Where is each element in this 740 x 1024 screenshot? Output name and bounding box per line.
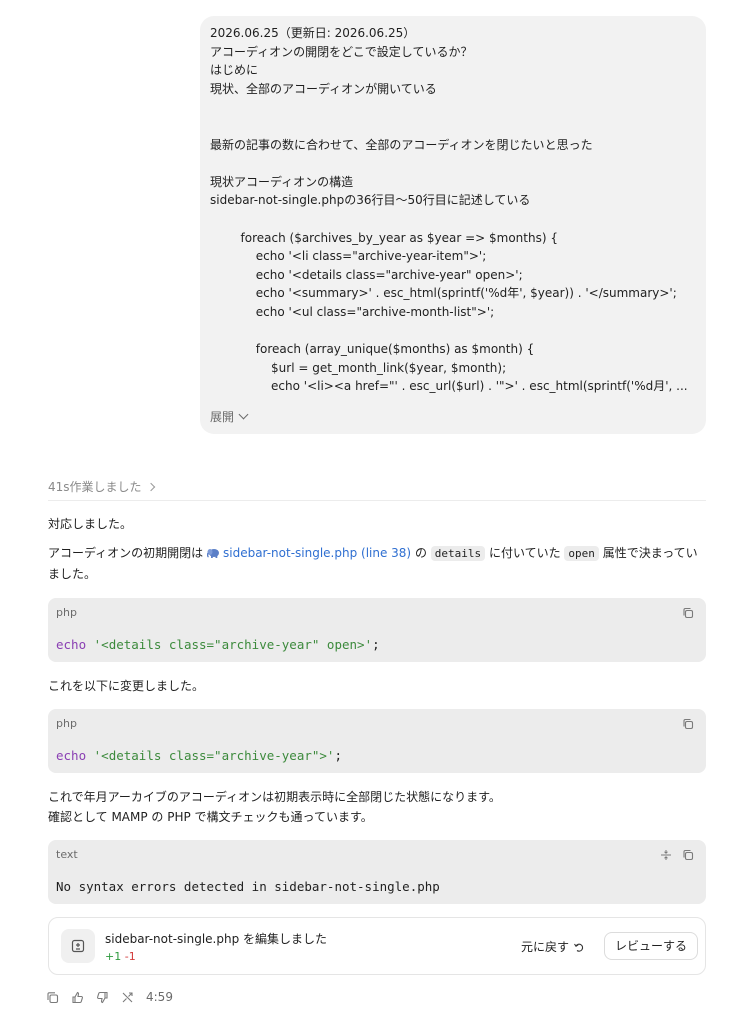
review-button[interactable]: レビューする	[604, 932, 699, 960]
message-line	[210, 98, 696, 117]
copy-icon[interactable]	[682, 607, 694, 619]
code-line: No syntax errors detected in sidebar-not…	[56, 879, 440, 894]
lines-removed: -1	[124, 950, 136, 963]
message-line: echo '<ul class="archive-month-list">';	[210, 304, 495, 319]
reply-paragraph-4-line-1: これで年月アーカイブのアコーディオンは初期表示時に全部閉じた状態になります。	[48, 790, 501, 804]
message-line: 最新の記事の数に合わせて、全部のアコーディオンを閉じたいと思った	[210, 137, 593, 152]
timestamp: 4:59	[146, 990, 173, 1004]
message-line	[210, 322, 696, 341]
collapse-icon[interactable]	[660, 849, 672, 861]
code-line: echo '<details class="archive-year" open…	[56, 637, 380, 652]
reply-paragraph-4-line-2: 確認として MAMP の PHP で構文チェックも通っています。	[48, 810, 373, 824]
code-keyword: echo	[56, 637, 87, 652]
message-line: アコーディオンの開閉をどこで設定しているか？	[210, 44, 473, 59]
copy-icon[interactable]	[682, 849, 694, 861]
p2-text-mid2: に付いていた	[485, 546, 565, 560]
code-block-2: php echo '<details class="archive-year">…	[48, 709, 706, 773]
message-line: foreach (array_unique($months) as $month…	[210, 342, 535, 357]
diff-stats: +1 -1	[105, 950, 136, 963]
code-line: echo '<details class="archive-year">';	[56, 748, 342, 763]
diff-file-icon	[61, 929, 95, 963]
message-line: 2026.06.25（更新日: 2026.06.25）	[210, 26, 416, 40]
work-summary-toggle[interactable]: 41s作業しました	[48, 478, 155, 495]
message-line: echo '<details class="archive-year" open…	[210, 267, 523, 282]
reply-paragraph-4: これで年月アーカイブのアコーディオンは初期表示時に全部閉じた状態になります。 確…	[48, 787, 708, 827]
p2-text-before: アコーディオンの初期開閉は	[48, 546, 207, 560]
message-actions: 4:59	[46, 990, 173, 1004]
edit-title: sidebar-not-single.php を編集しました	[105, 932, 328, 946]
code-language-label: php	[56, 606, 77, 619]
message-line: echo '<li class="archive-year-item">';	[210, 249, 487, 264]
code-keyword: echo	[56, 748, 87, 763]
code-language-label: php	[56, 717, 77, 730]
undo-icon	[574, 943, 584, 952]
message-line: 現状アコーディオンの構造	[210, 174, 354, 189]
file-link[interactable]: sidebar-not-single.php (line 38)	[206, 546, 412, 560]
chevron-right-icon	[146, 482, 155, 491]
code-string: '<details class="archive-year" open>'	[93, 637, 373, 652]
p2-text-mid1: の	[411, 546, 431, 560]
message-line: 現状、全部のアコーディオンが開いている	[210, 81, 437, 96]
code-end: ;	[334, 748, 342, 763]
work-summary-label: 41s作業しました	[48, 480, 142, 494]
thumbs-up-icon[interactable]	[71, 991, 84, 1004]
edit-summary-card: sidebar-not-single.php を編集しました +1 -1 元に戻…	[48, 917, 706, 975]
reply-paragraph-3: これを以下に変更しました。	[48, 679, 205, 693]
copy-icon[interactable]	[682, 718, 694, 730]
code-end: ;	[372, 637, 380, 652]
user-message-bubble: 2026.06.25（更新日: 2026.06.25） アコーディオンの開閉をどこ…	[200, 16, 706, 434]
expand-button[interactable]: 展開	[210, 408, 249, 425]
message-line: $url = get_month_link($year, $month);	[210, 360, 507, 375]
message-line	[210, 154, 696, 173]
expand-label: 展開	[210, 410, 235, 424]
fork-icon[interactable]	[121, 991, 134, 1004]
inline-code-details: details	[430, 546, 486, 561]
code-block-1: php echo '<details class="archive-year" …	[48, 598, 706, 662]
message-line	[210, 210, 696, 229]
thumbs-down-icon[interactable]	[96, 991, 109, 1004]
message-line	[210, 117, 696, 136]
code-block-3: text No syntax errors detected in sideba…	[48, 840, 706, 904]
undo-label: 元に戻す	[521, 940, 570, 954]
message-line: foreach ($archives_by_year as $year => $…	[210, 230, 558, 245]
message-line: sidebar-not-single.phpの36行目〜50行目に記述している	[210, 193, 531, 208]
code-string: '<details class="archive-year">'	[93, 748, 335, 763]
file-link-label: sidebar-not-single.php (line 38)	[222, 546, 412, 560]
message-line: echo '<li><a href="' . esc_url($url) . '…	[210, 379, 688, 394]
chevron-down-icon	[238, 409, 249, 420]
user-message-text: 2026.06.25（更新日: 2026.06.25） アコーディオンの開閉をどこ…	[210, 24, 696, 396]
divider	[48, 500, 706, 501]
reply-paragraph-2: アコーディオンの初期開閉は sidebar-not-single.php (li…	[48, 543, 708, 584]
undo-button[interactable]: 元に戻す	[521, 938, 585, 955]
inline-code-open: open	[564, 546, 599, 561]
copy-icon[interactable]	[46, 991, 59, 1004]
code-language-label: text	[56, 848, 78, 861]
message-line: echo '<summary>' . esc_html(sprintf('%d年…	[210, 286, 677, 301]
reply-paragraph-1: 対応しました。	[48, 517, 133, 531]
lines-added: +1	[105, 950, 122, 963]
message-line: はじめに	[210, 63, 259, 78]
elephant-icon	[206, 549, 219, 558]
